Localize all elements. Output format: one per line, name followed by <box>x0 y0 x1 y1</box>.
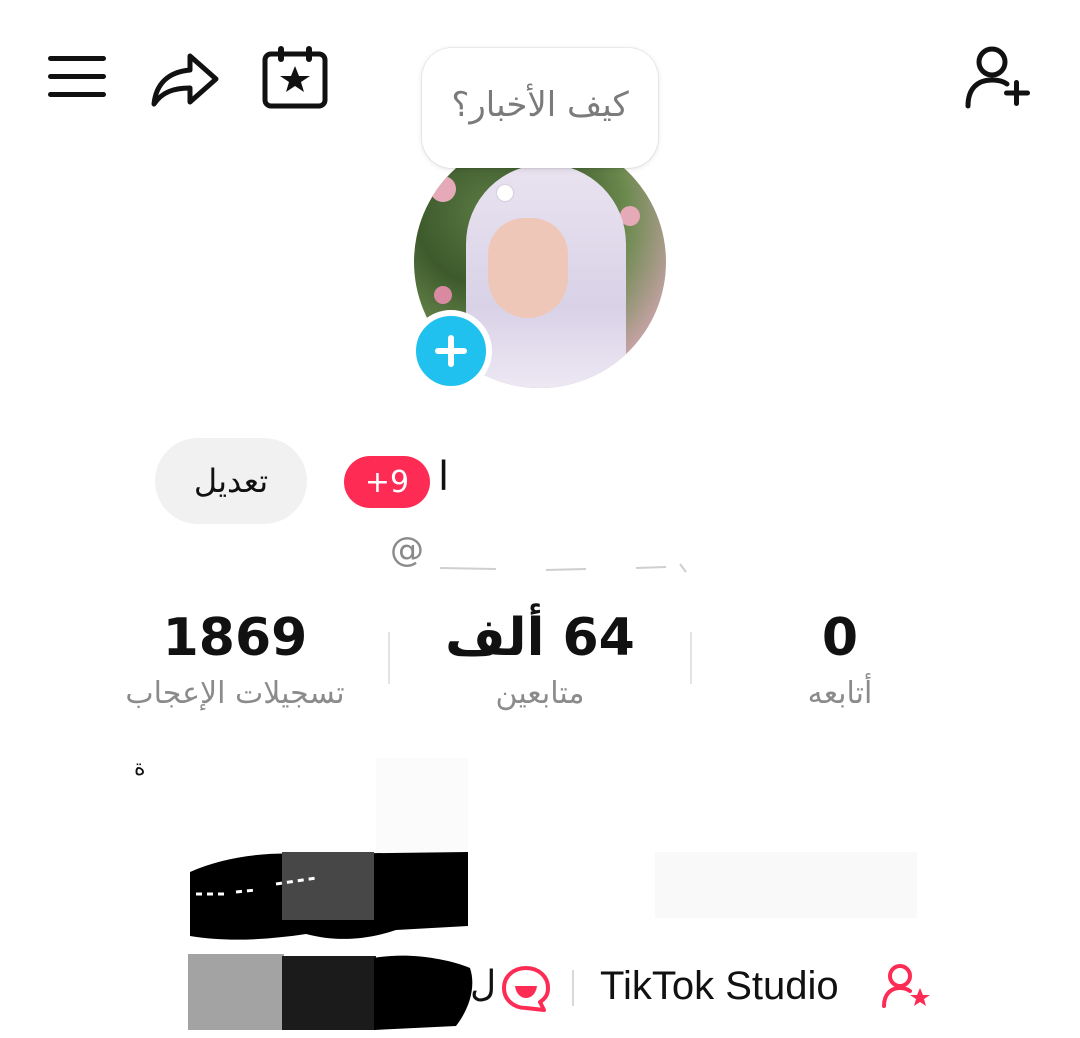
followers-count: 64 ألف <box>445 608 635 668</box>
add-story-button[interactable] <box>410 310 492 392</box>
redacted-bio-block <box>376 758 468 854</box>
followers-stat[interactable]: 64 ألف متابعين <box>440 612 640 711</box>
likes-stat[interactable]: 1869 تسجيلات الإعجاب <box>100 612 370 711</box>
story-prompt-text: كيف الأخبار؟ <box>451 85 629 125</box>
redacted-handle <box>439 563 687 573</box>
stat-divider <box>388 632 390 684</box>
avatar-background-flower <box>434 286 452 304</box>
profile-links-row: ل TikTok Studio <box>470 950 950 1026</box>
plus-icon <box>435 335 467 367</box>
redacted-bio-scribble <box>190 852 468 940</box>
following-label: أتابعه <box>807 676 873 711</box>
likes-count: 1869 <box>162 608 308 668</box>
share-arrow-icon[interactable] <box>150 50 222 110</box>
stat-divider <box>690 632 692 684</box>
add-user-icon[interactable] <box>962 44 1038 110</box>
links-divider <box>572 970 574 1006</box>
calendar-star-icon[interactable] <box>260 44 330 110</box>
likes-label: تسجيلات الإعجاب <box>125 676 345 711</box>
creator-star-user-icon[interactable] <box>882 962 934 1016</box>
redacted-link-scribble <box>188 954 473 1030</box>
following-count: 0 <box>821 608 859 668</box>
notification-badge[interactable]: +9 <box>344 456 430 508</box>
redacted-bio-block <box>655 852 917 918</box>
notification-badge-count: +9 <box>364 464 410 500</box>
avatar-face <box>488 218 568 318</box>
avatar-background-flower <box>430 176 456 202</box>
profile-name: ا <box>438 454 450 500</box>
edit-profile-button[interactable]: تعديل <box>155 438 307 524</box>
followers-label: متابعين <box>495 676 585 711</box>
hamburger-menu-icon[interactable] <box>46 52 110 104</box>
message-bubble-icon[interactable] <box>500 964 552 1018</box>
bubble-tail <box>497 185 513 201</box>
bio-fragment: ة <box>134 756 146 781</box>
profile-handle: @ <box>390 530 424 570</box>
truncated-link-text: ل <box>470 964 497 1005</box>
following-stat[interactable]: 0 أتابعه <box>780 612 900 711</box>
edit-profile-label: تعديل <box>193 462 269 500</box>
tiktok-studio-link[interactable]: TikTok Studio <box>600 964 839 1009</box>
story-prompt-bubble[interactable]: كيف الأخبار؟ <box>422 48 658 168</box>
